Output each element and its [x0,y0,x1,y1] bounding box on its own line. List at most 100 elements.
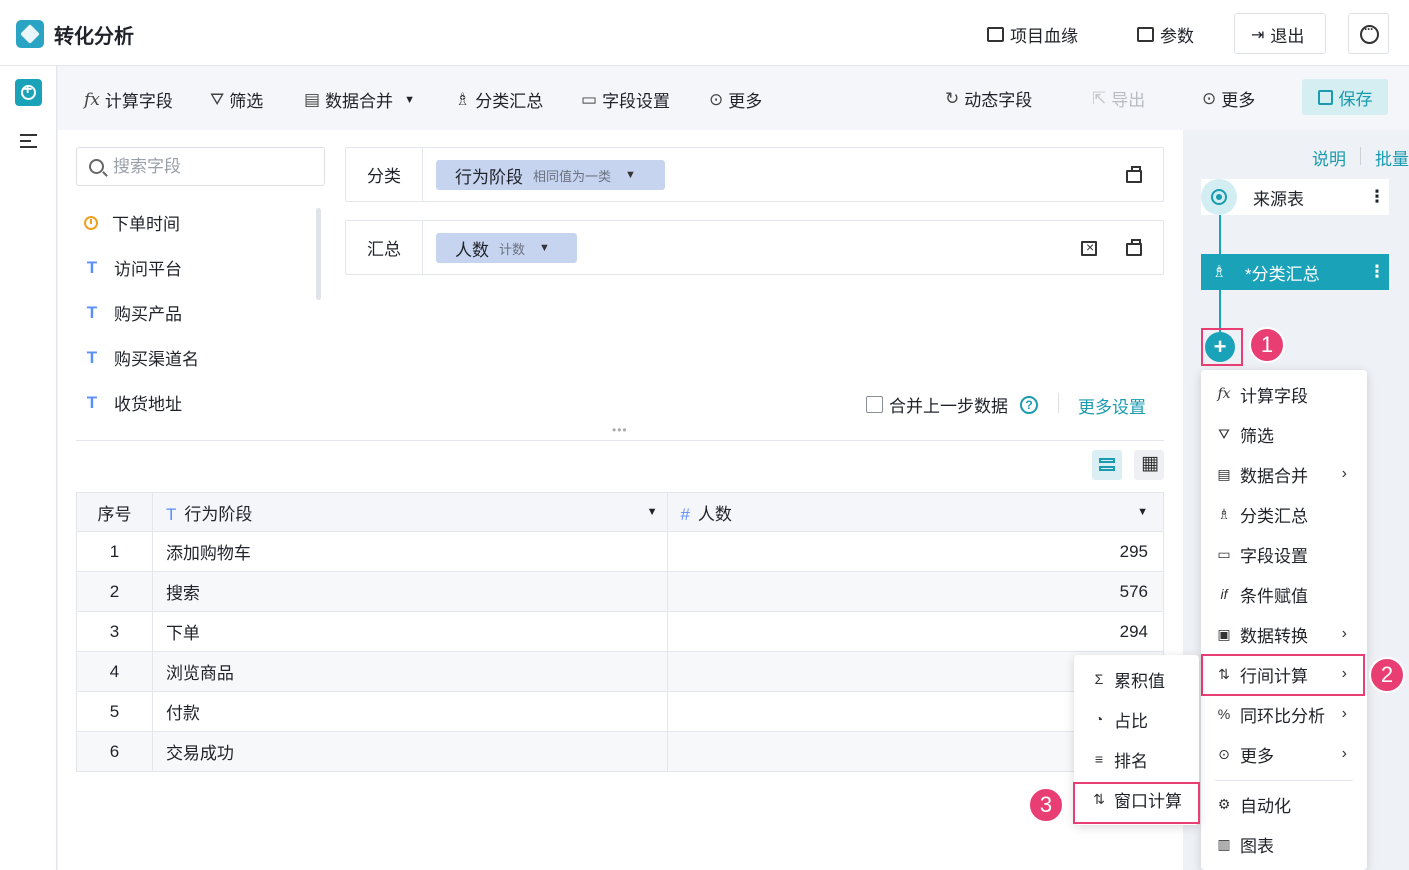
table-row[interactable]: 3 下单 294 [76,611,1164,652]
step-badge-1: 1 [1249,327,1285,363]
table-row[interactable]: 2 搜索 576 [76,571,1164,612]
help-icon[interactable]: ? [1020,395,1038,414]
merge-prev-checkbox[interactable] [866,396,883,413]
logout-label: 退出 [1270,27,1305,46]
menu-item-more[interactable]: ⊙ 更多 › [1215,734,1361,774]
menu-item-merge[interactable]: ▤ 数据合并 › [1215,454,1361,494]
summary-chip-label: 人数 [455,240,489,260]
field-label: 购买产品 [114,305,182,324]
category-panel: 分类 行为阶段 相同值为一类 ▼ [345,147,1164,202]
lineage-icon [987,27,1004,42]
grid-view-icon[interactable] [1134,450,1164,480]
header-count[interactable]: # 人数 ▼ [667,492,1164,532]
more-icon: ⊙ [1218,745,1230,762]
text-type-icon: T [165,504,177,524]
step-badge-3: 3 [1028,787,1064,823]
result-table: 序号 T 行为阶段 ▼ # 人数 ▼ 1 添加购物车 295 2 搜索 576 … [76,492,1164,772]
menu-item-group-summary[interactable]: ♗ 分类汇总 [1215,494,1361,534]
table-row[interactable]: 5 付款 [76,691,1164,732]
source-table-node[interactable]: 来源表 ⋮ [1201,179,1389,215]
save-label: 保存 [1338,89,1373,109]
summary-chip[interactable]: 人数 计数 ▼ [436,233,577,263]
menu-item-field-settings[interactable]: ▭ 字段设置 [1215,534,1361,574]
dynamic-field-label: 动态字段 [964,91,1033,110]
lineage-button[interactable]: 项目血缘 [987,22,1078,47]
menu-item-label: 条件赋值 [1240,586,1308,606]
menu-item-transform[interactable]: ▣ 数据转换 › [1215,614,1361,654]
menu-item-condition[interactable]: if 条件赋值 [1215,574,1361,614]
merge-prev-option[interactable]: 合并上一步数据 ? [866,392,1038,417]
group-summary-label: 分类汇总 [475,92,544,111]
field-item-platform[interactable]: T 访问平台 [84,255,182,280]
field-item-address[interactable]: T 收货地址 [84,390,182,415]
submenu-item-cumulative[interactable]: Σ 累积值 [1090,659,1165,699]
caret-down-icon[interactable]: ▼ [647,506,658,518]
more-settings-link[interactable]: 更多设置 [1078,393,1146,418]
submenu-item-ratio[interactable]: ◔ 占比 [1090,699,1148,739]
clear-filter-icon[interactable] [1081,239,1097,256]
highlight-box [1201,328,1243,366]
kebab-menu-icon[interactable]: ⋮ [1365,262,1389,282]
table-row[interactable]: 6 交易成功 [76,731,1164,772]
explain-link[interactable]: 说明 [1312,145,1346,170]
field-list-scrollbar[interactable] [316,208,321,300]
category-chip-sub: 相同值为一类 [533,168,612,184]
cumulative-icon: Σ [1094,671,1104,687]
export-button[interactable]: ⇱ 导出 [1092,86,1145,111]
caret-down-icon[interactable]: ▼ [1137,506,1148,518]
category-chip[interactable]: 行为阶段 相同值为一类 ▼ [436,160,665,190]
chevron-right-icon: › [1341,465,1347,482]
table-row[interactable]: 1 添加购物车 295 [76,531,1164,572]
header-stage[interactable]: T 行为阶段 ▼ [151,492,669,532]
summary-panel: 汇总 人数 计数 ▼ [345,220,1164,275]
filter-button[interactable]: ⛛ 筛选 [210,87,263,112]
filter-label: 筛选 [229,92,264,111]
field-item-product[interactable]: T 购买产品 [84,300,182,325]
flow-connector [1219,215,1221,254]
add-step-icon[interactable] [15,79,42,106]
field-item-channel[interactable]: T 购买渠道名 [84,345,199,370]
calc-field-button[interactable]: fx 计算字段 [84,87,173,112]
toolbar-more-right-button[interactable]: ⊙ 更多 [1202,86,1255,111]
group-summary-node[interactable]: ♗ *分类汇总 ⋮ [1201,254,1389,290]
clock-icon [84,215,98,230]
menu-item-automation[interactable]: ⚙ 自动化 [1215,784,1361,824]
filter-icon: ⛛ [210,89,225,109]
top-more-button[interactable] [1348,13,1389,54]
menu-item-yoy[interactable]: % 同环比分析 › [1215,694,1361,734]
dynamic-field-button[interactable]: ↻ 动态字段 [945,86,1032,111]
field-search[interactable] [76,147,325,186]
search-input[interactable] [113,155,313,179]
table-view-icon[interactable] [1092,450,1122,480]
logout-content[interactable]: ⇥ 退出 [1251,22,1304,47]
header-stage-label: 行为阶段 [184,504,253,524]
save-button[interactable]: 保存 [1302,79,1388,115]
row-stage: 添加购物车 [151,531,669,572]
chevron-right-icon: › [1341,705,1347,722]
toolbar-more-label: 更多 [728,92,763,111]
group-summary-button[interactable]: ♗ 分类汇总 [455,87,543,112]
toolbox-icon[interactable] [1126,239,1142,256]
category-chip-label: 行为阶段 [455,167,523,187]
toolbar-more-right-label: 更多 [1221,91,1256,110]
params-button[interactable]: 参数 [1137,22,1194,47]
drag-handle-icon[interactable]: ••• [612,423,628,437]
toolbox-icon[interactable] [1126,166,1142,183]
merge-button[interactable]: ▤ 数据合并 ▼ [304,87,415,112]
field-item-order-time[interactable]: 下单时间 [84,210,180,235]
text-type-icon: T [86,302,98,322]
menu-item-calc-field[interactable]: fx 计算字段 [1215,374,1361,414]
text-type-icon: T [86,392,98,412]
kebab-menu-icon[interactable]: ⋮ [1365,187,1389,207]
table-row[interactable]: 4 浏览商品 [76,651,1164,692]
batch-link[interactable]: 批量 [1375,145,1409,170]
field-settings-button[interactable]: ▭ 字段设置 [581,87,670,112]
group-icon: ♗ [455,89,471,109]
row-stage: 搜索 [151,571,669,612]
toolbar-more-button[interactable]: ⊙ 更多 [709,87,762,112]
menu-item-chart[interactable]: ▥ 图表 [1215,824,1361,864]
menu-divider [1215,780,1353,781]
submenu-item-rank[interactable]: ≡ 排名 [1090,739,1148,779]
outline-list-icon[interactable] [20,134,37,148]
menu-item-filter[interactable]: ⛛ 筛选 [1215,414,1361,454]
